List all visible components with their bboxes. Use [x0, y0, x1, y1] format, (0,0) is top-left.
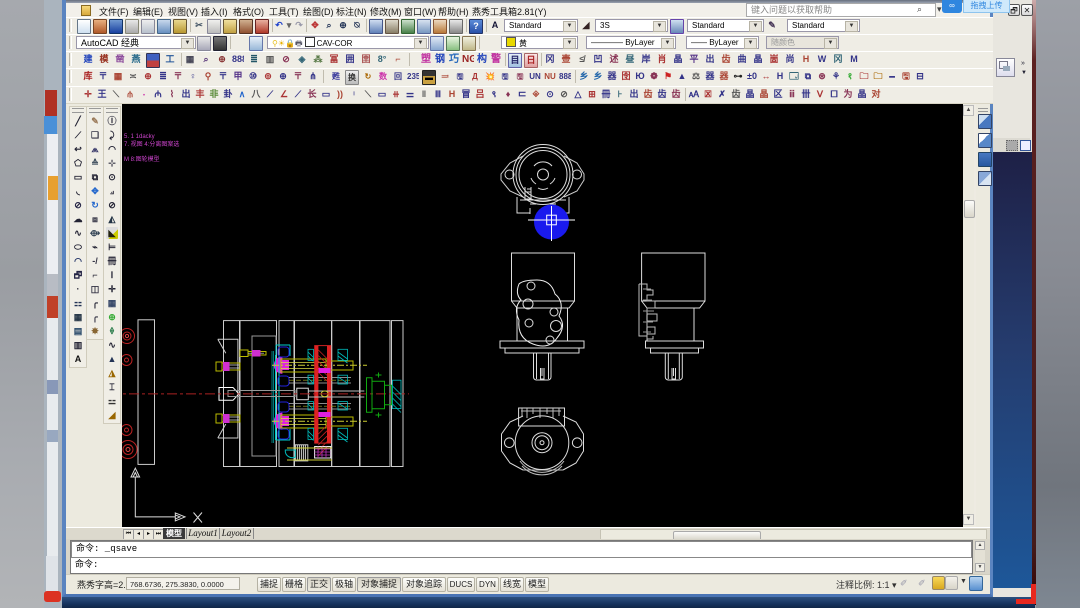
svg-text:5. 1 1dacky: 5. 1 1dacky: [124, 134, 155, 140]
svg-text:7. 视图 4:分离图案选: 7. 视图 4:分离图案选: [124, 140, 179, 148]
svg-text:M 8:图轮模型: M 8:图轮模型: [124, 155, 160, 163]
